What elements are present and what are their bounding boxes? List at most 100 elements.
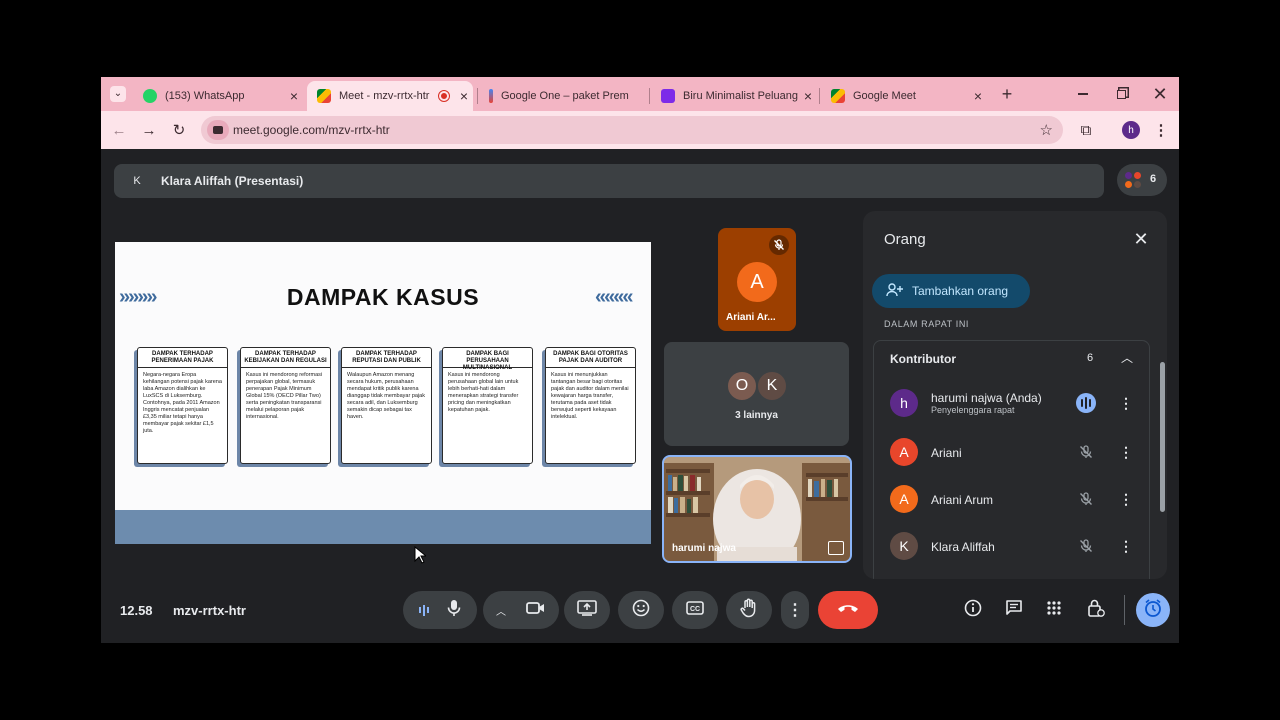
- meeting-code[interactable]: mzv-rrtx-htr: [173, 603, 246, 618]
- participant-tile-ariani[interactable]: A Ariani Ar...: [718, 228, 796, 331]
- group-label[interactable]: Kontributor: [890, 352, 956, 366]
- extensions-button[interactable]: ⧉: [1075, 119, 1097, 141]
- activities-button[interactable]: [1040, 596, 1068, 624]
- chat-icon: [1005, 599, 1023, 622]
- video-controls[interactable]: ︿: [483, 591, 559, 629]
- browser-menu-button[interactable]: ⋮: [1150, 119, 1172, 141]
- participant-name: Ariani: [931, 446, 962, 460]
- chevron-up-icon[interactable]: ︿: [1121, 349, 1133, 366]
- mic-off-icon: [1076, 536, 1096, 556]
- participant-name: harumi najwa (Anda): [931, 391, 1042, 405]
- participant-role: Penyelenggara rapat: [931, 405, 1015, 415]
- minimize-button[interactable]: [1065, 77, 1101, 111]
- reload-button[interactable]: ↻: [168, 119, 190, 141]
- restore-icon: [1116, 89, 1126, 99]
- tab-google-meet[interactable]: Google Meet ×: [821, 81, 987, 111]
- others-label: 3 lainnya: [735, 410, 778, 421]
- lock-person-icon: [1087, 598, 1105, 623]
- presenter-bar: K Klara Aliffah (Presentasi): [114, 164, 1104, 198]
- toolbar-divider: [1124, 595, 1125, 625]
- tab-bar: ⌄ (153) WhatsApp × Meet - mzv-rrtx-htr ×…: [101, 77, 1179, 111]
- pip-icon[interactable]: [828, 541, 844, 555]
- host-controls-button[interactable]: [1082, 596, 1110, 624]
- more-vert-icon[interactable]: ⋮: [1119, 536, 1133, 556]
- more-vert-icon: ⋮: [1153, 122, 1169, 139]
- google-one-icon: [489, 89, 493, 103]
- panel-title: Orang: [884, 231, 926, 248]
- star-icon[interactable]: ☆: [1040, 121, 1053, 139]
- group-count: 6: [1087, 352, 1094, 364]
- chevron-up-icon[interactable]: ︿: [496, 603, 506, 618]
- avatar: O: [726, 370, 758, 402]
- participant-row[interactable]: A Ariani Arum ⋮: [874, 476, 1151, 522]
- slide-title: DAMPAK KASUS: [286, 284, 480, 310]
- emoji-icon: [632, 599, 650, 622]
- reload-icon: ↻: [172, 122, 186, 139]
- add-people-button[interactable]: Tambahkan orang: [872, 274, 1030, 308]
- camera-icon[interactable]: [526, 601, 546, 620]
- mic-off-icon: [1076, 489, 1096, 509]
- close-panel-button[interactable]: ✕: [1131, 229, 1151, 249]
- participant-count-button[interactable]: 6: [1117, 164, 1167, 196]
- slide-card: DAMPAK BAGI OTORITAS PAJAK DAN AUDITOR K…: [545, 347, 636, 464]
- mouse-cursor-icon: [414, 546, 426, 564]
- people-panel: Orang ✕ Tambahkan orang DALAM RAPAT INI …: [863, 211, 1167, 579]
- mic-off-icon: [1076, 442, 1096, 462]
- slide-card: DAMPAK TERHADAP PENERIMAAN PAJAK Negara-…: [137, 347, 228, 464]
- presenter-label: Klara Aliffah (Presentasi): [161, 174, 304, 188]
- close-window-button[interactable]: ✕: [1142, 77, 1178, 111]
- chat-button[interactable]: [1000, 596, 1028, 624]
- close-tab-icon[interactable]: ×: [969, 88, 987, 104]
- puzzle-icon: ⧉: [1080, 121, 1092, 139]
- mic-off-icon: [769, 235, 789, 255]
- leave-call-button[interactable]: [818, 591, 878, 629]
- plus-icon: +: [1001, 83, 1013, 104]
- raise-hand-button[interactable]: [726, 591, 772, 629]
- close-icon: ✕: [1152, 83, 1168, 104]
- site-info-button[interactable]: [207, 120, 229, 140]
- meeting-info-button[interactable]: [959, 596, 987, 624]
- close-tab-icon[interactable]: ×: [285, 88, 303, 104]
- emoji-reaction-button[interactable]: [618, 591, 664, 629]
- tab-whatsapp[interactable]: (153) WhatsApp ×: [133, 81, 303, 111]
- tab-google-one[interactable]: Google One – paket Prem: [479, 81, 649, 111]
- canva-icon: [661, 89, 675, 103]
- omnibox[interactable]: meet.google.com/mzv-rrtx-htr ☆: [201, 116, 1063, 144]
- chevron-down-icon: ⌄: [110, 86, 126, 102]
- self-video-tile[interactable]: harumi najwa: [662, 455, 852, 563]
- back-button[interactable]: ←: [108, 119, 130, 141]
- minimize-icon: [1078, 93, 1088, 95]
- tab-meet[interactable]: Meet - mzv-rrtx-htr ×: [307, 81, 473, 111]
- tab-search-button[interactable]: ⌄: [103, 77, 133, 111]
- close-tab-icon[interactable]: ×: [799, 88, 817, 104]
- participant-row[interactable]: K Klara Aliffah ⋮: [874, 523, 1151, 569]
- timer-button[interactable]: [1136, 593, 1170, 627]
- more-vert-icon[interactable]: ⋮: [1119, 393, 1133, 413]
- more-vert-icon[interactable]: ⋮: [1119, 442, 1133, 462]
- more-options-button[interactable]: ⋮: [781, 591, 809, 629]
- panel-scrollbar[interactable]: [1160, 362, 1165, 512]
- forward-button[interactable]: →: [138, 119, 160, 141]
- participant-row[interactable]: A Ariani ⋮: [874, 429, 1151, 475]
- url-text: meet.google.com/mzv-rrtx-htr: [233, 123, 390, 137]
- arrow-right-icon: →: [141, 121, 157, 139]
- recording-icon: [438, 90, 450, 102]
- captions-button[interactable]: CC: [672, 591, 718, 629]
- restore-button[interactable]: [1103, 77, 1139, 111]
- slide-footer-band: [115, 510, 651, 544]
- tab-canva[interactable]: Biru Minimalist Peluang da ×: [651, 81, 817, 111]
- participant-tile-others[interactable]: O K 3 lainnya: [664, 342, 849, 446]
- address-bar: ← → ↻ meet.google.com/mzv-rrtx-htr ☆ ⧉ h…: [101, 111, 1179, 149]
- slide-card: DAMPAK TERHADAP REPUTASI DAN PUBLIK Wala…: [341, 347, 432, 464]
- audio-controls[interactable]: [403, 591, 477, 629]
- close-tab-icon[interactable]: ×: [455, 88, 473, 104]
- new-tab-button[interactable]: +: [989, 77, 1025, 111]
- participant-row[interactable]: h harumi najwa (Anda) Penyelenggara rapa…: [874, 380, 1151, 426]
- profile-avatar[interactable]: h: [1122, 121, 1140, 139]
- present-button[interactable]: [564, 591, 610, 629]
- arrow-left-icon: ←: [111, 121, 127, 139]
- mic-icon[interactable]: [447, 599, 461, 622]
- slide-card: DAMPAK TERHADAP KEBIJAKAN DAN REGULASI K…: [240, 347, 331, 464]
- more-vert-icon[interactable]: ⋮: [1119, 489, 1133, 509]
- avatar: h: [890, 389, 918, 417]
